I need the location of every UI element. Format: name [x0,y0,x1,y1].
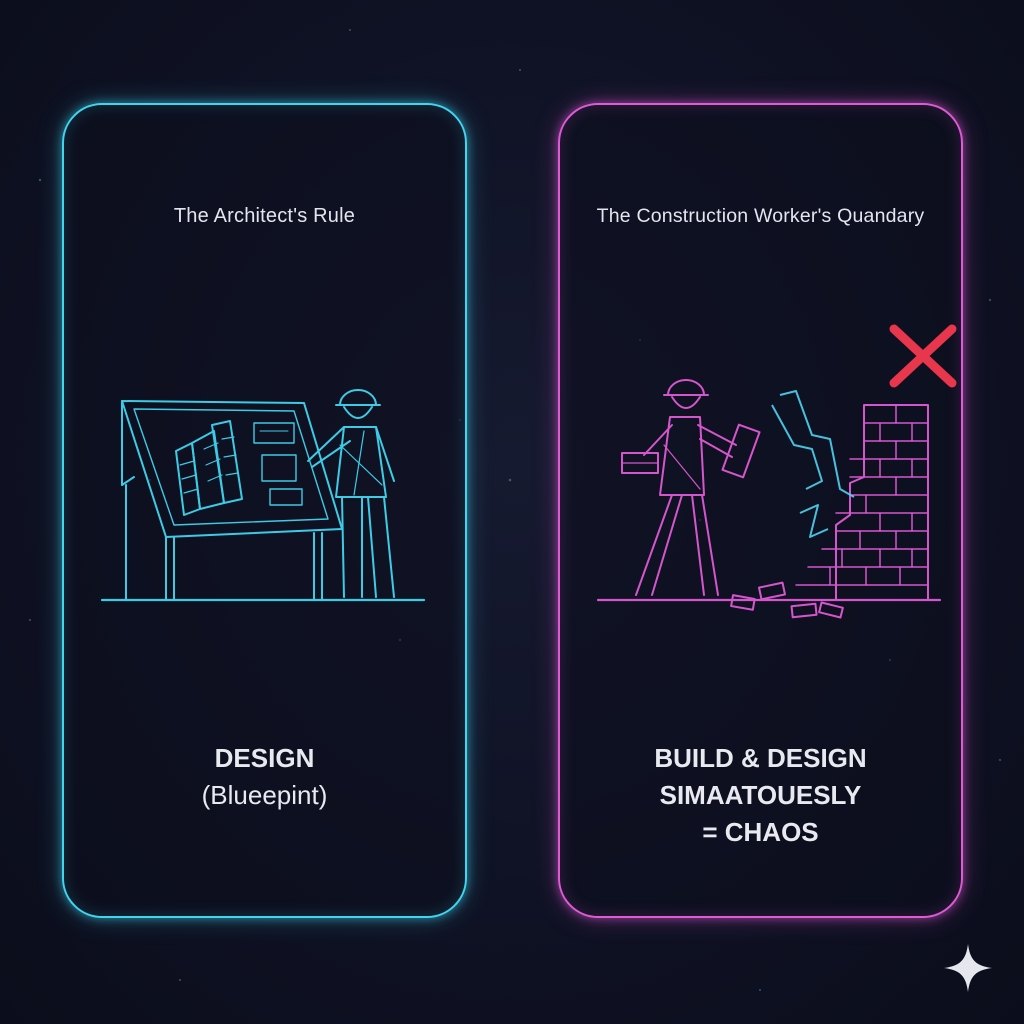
worker-panel-caption: BUILD & DESIGN SIMAATOUESLY = CHAOS [560,740,961,851]
architect-panel: The Architect's Rule DESIGN (Blueepint) [62,103,467,918]
caption-line: DESIGN [214,743,315,773]
caption-line: = CHAOS [702,817,819,847]
sparkle-icon [944,944,992,992]
red-x-icon [889,324,957,388]
worker-panel: The Construction Worker's Quandary BUILD… [558,103,963,918]
caption-line: SIMAATOUESLY [659,780,862,810]
caption-line: (Blueepint) [201,780,328,810]
caption-line: BUILD & DESIGN [654,743,867,773]
architect-panel-caption: DESIGN (Blueepint) [64,740,465,814]
